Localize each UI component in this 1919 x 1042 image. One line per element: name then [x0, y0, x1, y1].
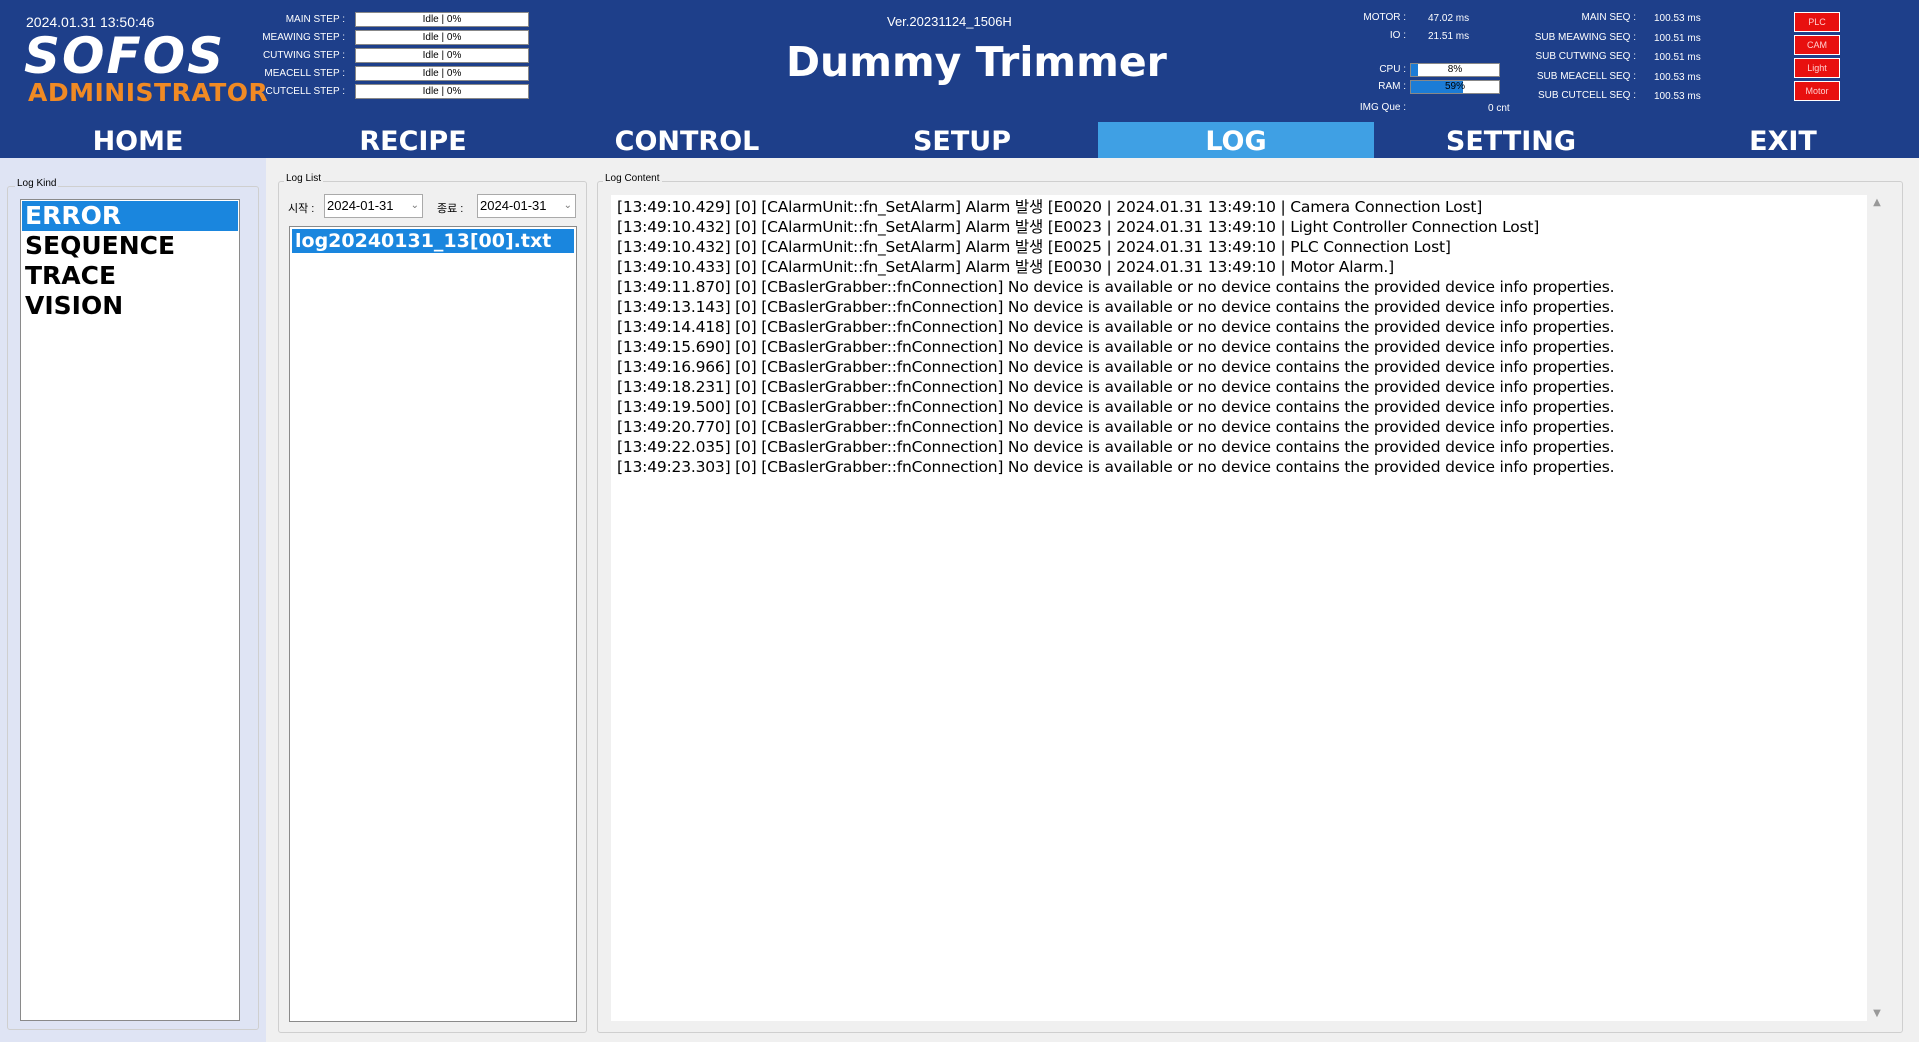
seq-label: SUB MEACELL SEQ : [1536, 71, 1636, 82]
step-row-cutcell: CUTCELL STEP : Idle | 0% [250, 83, 529, 99]
step-status: Idle | 0% [355, 83, 529, 99]
scroll-up-arrow-icon[interactable]: ▲ [1867, 197, 1887, 208]
step-label: MEACELL STEP : [264, 67, 345, 79]
log-content-viewer[interactable]: [13:49:10.429] [0] [CAlarmUnit::fn_SetAl… [611, 195, 1887, 1021]
log-lines: [13:49:10.429] [0] [CAlarmUnit::fn_SetAl… [617, 197, 1615, 477]
io-time-value: 21.51 ms [1428, 31, 1470, 42]
motor-time-label: MOTOR : [1363, 12, 1406, 23]
step-status: Idle | 0% [355, 29, 529, 45]
step-row-meawing: MEAWING STEP : Idle | 0% [250, 29, 529, 45]
version-label: Ver.20231124_1506H [887, 14, 1012, 29]
tab-control[interactable]: CONTROL [549, 122, 825, 158]
log-line: [13:49:18.231] [0] [CBaslerGrabber::fnCo… [617, 378, 1615, 396]
log-file-list[interactable]: log20240131_13[00].txt [289, 226, 577, 1022]
step-label: MAIN STEP : [285, 13, 345, 25]
seq-value: 100.51 ms [1654, 33, 1701, 44]
tab-setup[interactable]: SETUP [824, 122, 1100, 158]
tab-log[interactable]: LOG [1098, 122, 1374, 158]
seq-value: 100.53 ms [1654, 72, 1701, 83]
tab-recipe[interactable]: RECIPE [275, 122, 551, 158]
log-line: [13:49:11.870] [0] [CBaslerGrabber::fnCo… [617, 278, 1615, 296]
start-date-value: 2024-01-31 [327, 198, 394, 213]
motor-status-indicator: Motor [1794, 81, 1840, 101]
log-line: [13:49:10.433] [0] [CAlarmUnit::fn_SetAl… [617, 258, 1394, 276]
log-line: [13:49:10.432] [0] [CAlarmUnit::fn_SetAl… [617, 218, 1540, 236]
log-kind-item-trace[interactable]: TRACE [22, 261, 238, 291]
step-label: MEAWING STEP : [262, 31, 345, 43]
log-line: [13:49:14.418] [0] [CBaslerGrabber::fnCo… [617, 318, 1615, 336]
step-label: CUTWING STEP : [262, 49, 345, 61]
log-line: [13:49:10.432] [0] [CAlarmUnit::fn_SetAl… [617, 238, 1451, 256]
seq-label: SUB CUTCELL SEQ : [1538, 90, 1636, 101]
tab-exit[interactable]: EXIT [1645, 122, 1919, 158]
step-row-meacell: MEACELL STEP : Idle | 0% [250, 65, 529, 81]
log-line: [13:49:15.690] [0] [CBaslerGrabber::fnCo… [617, 338, 1615, 356]
log-kind-item-sequence[interactable]: SEQUENCE [22, 231, 238, 261]
app-title: Dummy Trimmer [786, 38, 1167, 86]
seq-label: SUB CUTWING SEQ : [1535, 51, 1636, 62]
img-que-value: 0 cnt [1488, 103, 1510, 114]
step-label: CUTCELL STEP : [265, 85, 345, 97]
ram-usage-text: 59% [1444, 81, 1465, 92]
img-que-label: IMG Que : [1359, 102, 1406, 113]
log-file-item[interactable]: log20240131_13[00].txt [292, 229, 574, 253]
step-status: Idle | 0% [355, 11, 529, 27]
user-level: ADMINISTRATOR [28, 78, 269, 107]
end-date-label: 종료 : [437, 203, 464, 215]
chevron-down-icon[interactable]: ⌄ [411, 195, 419, 217]
seq-label: SUB MEAWING SEQ : [1534, 32, 1636, 43]
step-status: Idle | 0% [355, 65, 529, 81]
log-line: [13:49:20.770] [0] [CBaslerGrabber::fnCo… [617, 418, 1615, 436]
end-date-picker[interactable]: 2024-01-31 ⌄ [477, 194, 576, 218]
log-line: [13:49:19.500] [0] [CBaslerGrabber::fnCo… [617, 398, 1615, 416]
end-date-value: 2024-01-31 [480, 198, 547, 213]
ram-label: RAM : [1378, 81, 1406, 92]
seq-value: 100.51 ms [1654, 52, 1701, 63]
seq-value: 100.53 ms [1654, 13, 1701, 24]
io-time-label: IO : [1389, 30, 1406, 41]
start-date-label: 시작 : [288, 203, 315, 215]
tab-setting[interactable]: SETTING [1373, 122, 1649, 158]
scroll-down-arrow-icon[interactable]: ▼ [1867, 1008, 1887, 1019]
chevron-down-icon[interactable]: ⌄ [564, 195, 572, 217]
ram-usage-bar: 59% [1410, 80, 1500, 94]
log-list-title: Log List [284, 173, 324, 184]
seq-label: MAIN SEQ : [1581, 12, 1636, 23]
step-status: Idle | 0% [355, 47, 529, 63]
log-kind-list[interactable]: ERROR SEQUENCE TRACE VISION [20, 199, 240, 1021]
cpu-usage-bar: 8% [1410, 63, 1500, 77]
log-line: [13:49:22.035] [0] [CBaslerGrabber::fnCo… [617, 438, 1615, 456]
start-date-picker[interactable]: 2024-01-31 ⌄ [324, 194, 423, 218]
log-content-scrollbar[interactable]: ▲ ▼ [1867, 195, 1887, 1021]
log-kind-item-error[interactable]: ERROR [22, 201, 238, 231]
log-line: [13:49:23.303] [0] [CBaslerGrabber::fnCo… [617, 458, 1615, 476]
header-bar: 2024.01.31 13:50:46 SOFOS ADMINISTRATOR … [0, 0, 1919, 158]
seq-value: 100.53 ms [1654, 91, 1701, 102]
log-kind-item-vision[interactable]: VISION [22, 291, 238, 321]
step-row-main: MAIN STEP : Idle | 0% [250, 11, 529, 27]
cpu-usage-text: 8% [1447, 64, 1463, 75]
tab-home[interactable]: HOME [0, 122, 276, 158]
log-line: [13:49:10.429] [0] [CAlarmUnit::fn_SetAl… [617, 198, 1483, 216]
log-content-title: Log Content [603, 173, 662, 184]
log-line: [13:49:13.143] [0] [CBaslerGrabber::fnCo… [617, 298, 1615, 316]
log-line: [13:49:16.966] [0] [CBaslerGrabber::fnCo… [617, 358, 1615, 376]
cam-status-indicator: CAM [1794, 35, 1840, 55]
log-kind-title: Log Kind [15, 178, 59, 189]
light-status-indicator: Light [1794, 58, 1840, 78]
logo: SOFOS [24, 27, 226, 85]
plc-status-indicator: PLC [1794, 12, 1840, 32]
step-row-cutwing: CUTWING STEP : Idle | 0% [250, 47, 529, 63]
motor-time-value: 47.02 ms [1428, 13, 1470, 24]
cpu-label: CPU : [1379, 64, 1406, 75]
